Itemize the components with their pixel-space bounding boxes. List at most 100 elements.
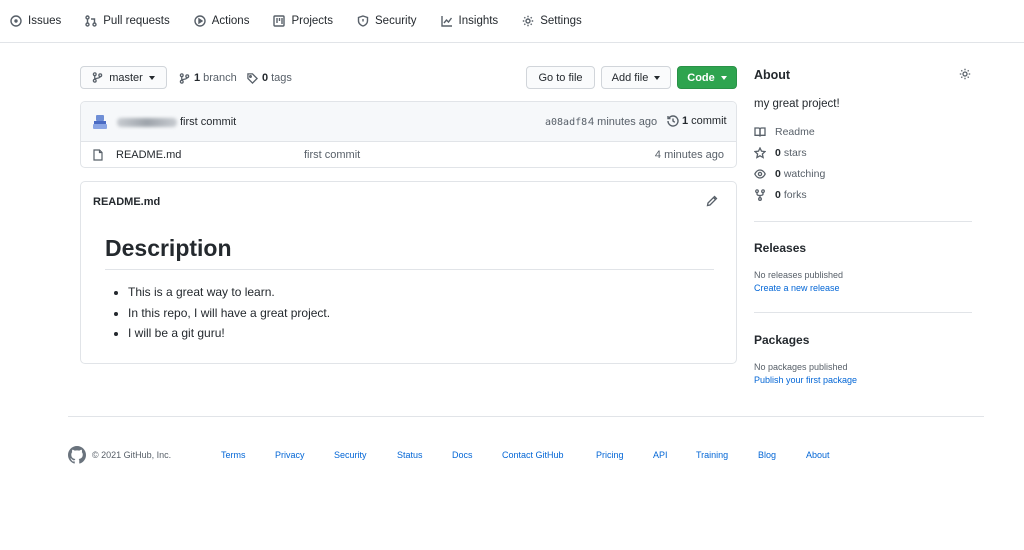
add-file-label: Add file bbox=[611, 71, 649, 84]
packages-empty-text: No packages published bbox=[754, 362, 848, 372]
pull-request-icon bbox=[85, 15, 97, 27]
branch-select-button[interactable]: master bbox=[80, 66, 167, 89]
file-browser: first commit a08adf8 4 minutes ago 1 com… bbox=[80, 101, 737, 168]
forks-word: forks bbox=[783, 189, 807, 201]
divider bbox=[105, 269, 714, 270]
footer-link-api[interactable]: API bbox=[653, 450, 668, 460]
avatar[interactable] bbox=[91, 113, 109, 131]
tab-label: Projects bbox=[291, 15, 333, 27]
packages-heading[interactable]: Packages bbox=[754, 333, 809, 347]
tab-insights[interactable]: Insights bbox=[440, 0, 499, 43]
footer-link-privacy[interactable]: Privacy bbox=[275, 450, 305, 460]
tag-word: tags bbox=[271, 72, 292, 84]
footer-link-contact[interactable]: Contact GitHub bbox=[502, 450, 564, 460]
gear-icon[interactable] bbox=[959, 68, 971, 80]
history-icon bbox=[667, 115, 679, 127]
divider bbox=[754, 312, 972, 313]
commit-message[interactable]: first commit bbox=[180, 116, 236, 128]
forks-link[interactable]: 0 forks bbox=[754, 189, 807, 201]
footer-link-docs[interactable]: Docs bbox=[452, 450, 473, 460]
table-row: README.md first commit 4 minutes ago bbox=[81, 142, 736, 167]
readme-list: This is a great way to learn. In this re… bbox=[128, 284, 330, 346]
footer-link-terms[interactable]: Terms bbox=[221, 450, 246, 460]
divider bbox=[754, 221, 972, 222]
about-heading: About bbox=[754, 68, 791, 82]
footer-divider bbox=[68, 416, 984, 417]
readme-heading: Description bbox=[105, 235, 232, 261]
shield-icon bbox=[357, 15, 369, 27]
branch-count: 1 bbox=[194, 72, 201, 84]
commit-sha[interactable]: a08adf8 bbox=[545, 117, 587, 128]
tab-label: Settings bbox=[540, 15, 582, 27]
readme-panel: README.md Description This is a great wa… bbox=[80, 181, 737, 364]
watching-word: watching bbox=[783, 168, 826, 180]
code-button[interactable]: Code bbox=[677, 66, 737, 89]
tag-icon bbox=[247, 72, 258, 84]
commit-time: 4 minutes ago bbox=[588, 116, 658, 128]
tab-label: Insights bbox=[458, 15, 499, 27]
footer-link-about[interactable]: About bbox=[806, 450, 830, 460]
footer-link-pricing[interactable]: Pricing bbox=[596, 450, 624, 460]
gear-icon bbox=[522, 15, 534, 27]
tab-label: Issues bbox=[28, 15, 62, 27]
tab-issues[interactable]: Issues bbox=[10, 0, 61, 43]
forks-count: 0 bbox=[775, 189, 781, 201]
chevron-down-icon bbox=[148, 75, 155, 80]
repo-nav: Issues Pull requests Actions Projects Se… bbox=[0, 0, 1024, 43]
latest-commit-row: first commit a08adf8 4 minutes ago 1 com… bbox=[81, 102, 736, 142]
tab-label: Actions bbox=[211, 15, 250, 27]
commits-link[interactable]: 1 commit bbox=[667, 115, 727, 127]
footer-copyright: © 2021 GitHub, Inc. bbox=[92, 450, 172, 460]
tag-count: 0 bbox=[262, 72, 269, 84]
releases-empty-text: No releases published bbox=[754, 270, 844, 280]
watching-link[interactable]: 0 watching bbox=[754, 168, 825, 180]
footer-link-blog[interactable]: Blog bbox=[758, 450, 776, 460]
list-item: This is a great way to learn. bbox=[128, 284, 330, 305]
create-release-link[interactable]: Create a new release bbox=[754, 283, 840, 293]
file-commit-link[interactable]: first commit bbox=[304, 149, 360, 161]
fork-icon bbox=[755, 189, 765, 201]
stars-word: stars bbox=[783, 147, 807, 159]
tab-pull-requests[interactable]: Pull requests bbox=[85, 0, 170, 43]
chevron-down-icon bbox=[720, 75, 727, 80]
footer-link-status[interactable]: Status bbox=[397, 450, 423, 460]
tags-link[interactable]: 0 tags bbox=[247, 68, 292, 88]
branch-label: master bbox=[109, 71, 143, 84]
file-icon bbox=[93, 149, 103, 161]
stars-count: 0 bbox=[775, 147, 781, 159]
project-icon bbox=[273, 15, 286, 27]
tab-settings[interactable]: Settings bbox=[522, 0, 582, 43]
repo-description: my great project! bbox=[754, 98, 840, 110]
tab-label: Pull requests bbox=[103, 15, 170, 27]
readme-link[interactable]: Readme bbox=[754, 126, 815, 138]
code-label: Code bbox=[687, 71, 715, 84]
star-icon bbox=[754, 147, 766, 159]
chevron-down-icon bbox=[654, 75, 661, 80]
tab-security[interactable]: Security bbox=[357, 0, 417, 43]
pencil-icon[interactable] bbox=[706, 195, 718, 207]
add-file-button[interactable]: Add file bbox=[601, 66, 671, 89]
issue-icon bbox=[10, 15, 22, 27]
stars-link[interactable]: 0 stars bbox=[754, 147, 807, 159]
github-logo-icon[interactable] bbox=[68, 446, 86, 464]
readme-link-label: Readme bbox=[775, 126, 815, 138]
list-item: In this repo, I will have a great projec… bbox=[128, 305, 330, 326]
go-to-file-button[interactable]: Go to file bbox=[526, 66, 595, 89]
tab-actions[interactable]: Actions bbox=[194, 0, 250, 43]
play-icon bbox=[194, 15, 206, 27]
commit-count-number: 1 bbox=[682, 115, 689, 127]
footer-link-training[interactable]: Training bbox=[696, 450, 728, 460]
footer-link-security[interactable]: Security bbox=[334, 450, 367, 460]
file-name-link[interactable]: README.md bbox=[116, 149, 181, 161]
file-time: 4 minutes ago bbox=[654, 149, 724, 161]
releases-heading[interactable]: Releases bbox=[754, 241, 806, 255]
tab-label: Security bbox=[375, 15, 417, 27]
branches-link[interactable]: 1 branch bbox=[179, 68, 237, 88]
graph-icon bbox=[440, 16, 452, 27]
go-to-file-label: Go to file bbox=[538, 71, 583, 84]
commit-count-word: commit bbox=[691, 115, 727, 127]
tab-projects[interactable]: Projects bbox=[273, 0, 333, 43]
eye-icon bbox=[754, 169, 766, 179]
branch-icon bbox=[92, 72, 103, 83]
publish-package-link[interactable]: Publish your first package bbox=[754, 375, 857, 385]
